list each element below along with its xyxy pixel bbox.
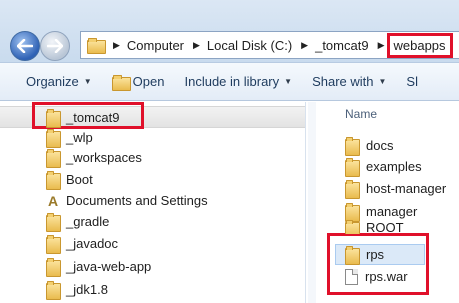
- file-item-label: host-manager: [366, 181, 447, 196]
- navigation-pane: _tomcat9 _wlp _workspaces Boot A Documen…: [0, 102, 305, 303]
- nav-item-boot[interactable]: Boot: [46, 169, 93, 190]
- nav-item-label: _tomcat9: [66, 110, 120, 125]
- folder-icon: [345, 203, 360, 222]
- nav-item-label: Documents and Settings: [66, 193, 208, 208]
- breadcrumb-computer[interactable]: Computer: [126, 38, 185, 53]
- folder-icon: [87, 38, 106, 54]
- open-folder-icon: [111, 74, 131, 91]
- forward-button[interactable]: [40, 31, 70, 61]
- nav-item-jdk18[interactable]: _jdk1.8: [46, 279, 108, 300]
- column-header-name[interactable]: Name: [345, 107, 377, 121]
- file-item-rps[interactable]: rps: [345, 244, 384, 265]
- caret-down-icon: ▼: [83, 77, 92, 86]
- folder-icon: [46, 129, 61, 148]
- folder-icon: [46, 171, 61, 190]
- share-with-label: Share with: [312, 74, 374, 89]
- file-item-root[interactable]: ROOT: [345, 220, 404, 234]
- nav-item-label: _javadoc: [66, 236, 119, 251]
- nav-item-java-web-app[interactable]: _java-web-app: [46, 256, 151, 277]
- folder-icon: [46, 235, 61, 254]
- shortcut-folder-icon: A: [47, 193, 59, 209]
- share-with-button[interactable]: Share with ▼: [302, 63, 396, 100]
- file-item-docs[interactable]: docs: [345, 135, 393, 156]
- nav-item-label: _java-web-app: [66, 259, 152, 274]
- breadcrumb-local-disk[interactable]: Local Disk (C:): [206, 38, 293, 53]
- folder-icon: [345, 180, 360, 199]
- folder-icon: [46, 109, 61, 128]
- nav-item-wlp[interactable]: _wlp: [46, 127, 93, 148]
- back-button[interactable]: [10, 31, 40, 61]
- file-item-manager[interactable]: manager: [345, 201, 417, 222]
- open-button[interactable]: Open: [102, 63, 175, 100]
- nav-item-gradle[interactable]: _gradle: [46, 211, 109, 232]
- include-in-library-button[interactable]: Include in library ▼: [174, 63, 302, 100]
- forward-arrow-icon: [47, 39, 63, 53]
- command-bar: Organize ▼ Open Include in library ▼ Sha…: [0, 63, 459, 101]
- nav-item-workspaces[interactable]: _workspaces: [46, 147, 142, 168]
- folder-icon: [345, 137, 360, 156]
- open-label: Open: [132, 74, 165, 89]
- folder-icon: [46, 281, 61, 300]
- file-item-label: manager: [366, 204, 418, 219]
- slideshow-label: Sl: [406, 74, 418, 89]
- nav-item-javadoc[interactable]: _javadoc: [46, 233, 118, 254]
- file-item-label: docs: [366, 138, 394, 153]
- slideshow-button[interactable]: Sl: [396, 63, 428, 100]
- caret-down-icon: ▼: [378, 77, 387, 86]
- file-item-examples[interactable]: examples: [345, 156, 422, 177]
- nav-item-tomcat9[interactable]: _tomcat9: [46, 107, 119, 128]
- address-bar: ▶ Computer ▶ Local Disk (C:) ▶ _tomcat9 …: [0, 0, 459, 63]
- chevron-right-icon[interactable]: ▶: [113, 40, 120, 51]
- organize-label: Organize: [26, 74, 79, 89]
- chevron-right-icon[interactable]: ▶: [378, 40, 385, 51]
- chevron-right-icon[interactable]: ▶: [193, 40, 200, 51]
- organize-button[interactable]: Organize ▼: [0, 63, 102, 100]
- folder-icon: [345, 246, 360, 265]
- back-arrow-icon: [17, 39, 33, 53]
- include-in-library-label: Include in library: [184, 74, 280, 89]
- breadcrumb[interactable]: ▶ Computer ▶ Local Disk (C:) ▶ _tomcat9 …: [80, 31, 459, 59]
- caret-down-icon: ▼: [284, 77, 293, 86]
- file-item-label: examples: [366, 159, 422, 174]
- folder-icon: [345, 158, 360, 177]
- folder-icon: [46, 258, 61, 277]
- nav-item-label: Boot: [66, 172, 93, 187]
- breadcrumb-webapps[interactable]: webapps: [386, 32, 453, 58]
- file-icon: [345, 268, 358, 285]
- folder-icon: [46, 213, 61, 232]
- nav-item-label: _workspaces: [66, 150, 142, 165]
- file-item-host-manager[interactable]: host-manager: [345, 178, 446, 199]
- nav-item-label: _gradle: [66, 214, 110, 229]
- nav-item-label: _jdk1.8: [66, 282, 108, 297]
- nav-item-label: _wlp: [66, 130, 93, 145]
- file-item-label: ROOT: [366, 220, 404, 234]
- breadcrumb-tomcat9[interactable]: _tomcat9: [314, 38, 369, 53]
- chevron-right-icon[interactable]: ▶: [301, 40, 308, 51]
- folder-icon: [345, 220, 360, 234]
- nav-item-documents-and-settings[interactable]: A Documents and Settings: [46, 190, 208, 211]
- file-item-label: rps: [366, 247, 385, 262]
- file-item-label: rps.war: [365, 269, 408, 284]
- file-list-pane: Name docs examples host-manager manager …: [327, 102, 459, 303]
- folder-icon: [46, 149, 61, 168]
- file-item-rps-war[interactable]: rps.war: [345, 266, 408, 287]
